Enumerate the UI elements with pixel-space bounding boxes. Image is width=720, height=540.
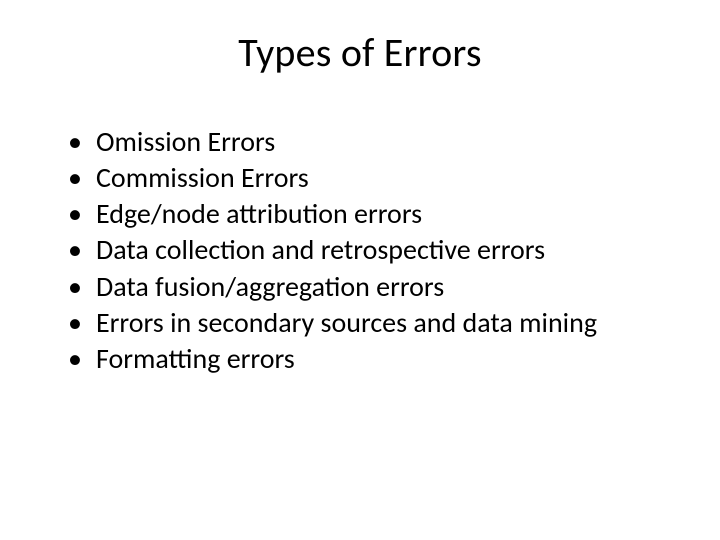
list-item: Errors in secondary sources and data min…: [68, 306, 680, 340]
slide-title: Types of Errors: [40, 28, 680, 77]
list-item: Commission Errors: [68, 161, 680, 195]
list-item: Data collection and retrospective errors: [68, 233, 680, 267]
list-item: Edge/node attribution errors: [68, 197, 680, 231]
list-item: Formatting errors: [68, 342, 680, 376]
list-item: Omission Errors: [68, 125, 680, 159]
slide-container: Types of Errors Omission Errors Commissi…: [0, 0, 720, 540]
bullet-list: Omission Errors Commission Errors Edge/n…: [40, 125, 680, 376]
list-item: Data fusion/aggregation errors: [68, 270, 680, 304]
